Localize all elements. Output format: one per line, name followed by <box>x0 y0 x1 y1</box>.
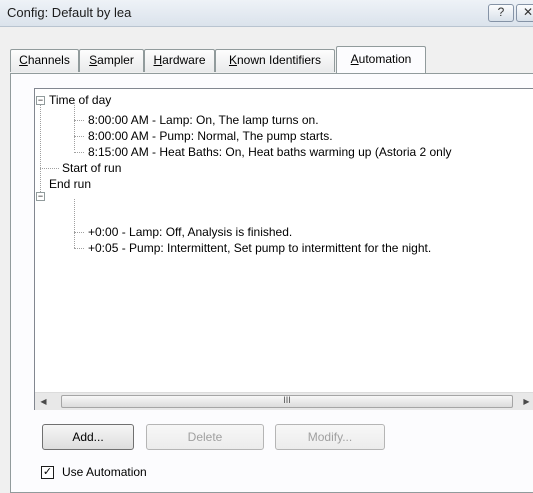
tree-item-lamp-on[interactable]: 8:00:00 AM - Lamp: On, The lamp turns on… <box>88 112 319 128</box>
collapse-icon[interactable]: − <box>36 192 45 201</box>
tree-branch-line-end-run <box>74 199 75 248</box>
tree-connector <box>74 136 84 137</box>
tab-channels-mnemonic: C <box>19 53 28 67</box>
help-icon: ? <box>497 5 505 19</box>
tab-channels[interactable]: Channels <box>10 49 79 72</box>
tree-item-lamp-off[interactable]: +0:00 - Lamp: Off, Analysis is finished. <box>88 224 292 240</box>
tree-connector <box>74 232 84 233</box>
help-button[interactable]: ? <box>488 4 514 22</box>
tab-channels-label: hannels <box>27 53 70 67</box>
tab-automation-mnemonic: A <box>350 52 359 66</box>
tab-known-identifiers-label: nown Identifiers <box>236 53 322 67</box>
tree-connector <box>74 120 84 121</box>
scrollbar-thumb[interactable]: III <box>61 395 513 408</box>
tree-connector <box>40 168 59 169</box>
scroll-right-icon[interactable]: ▶ <box>518 393 533 410</box>
modify-button[interactable]: Modify... <box>275 424 385 450</box>
checkmark-icon: ✓ <box>42 466 53 478</box>
grip-icon: III <box>283 395 291 405</box>
close-button[interactable]: ✕ <box>516 4 533 22</box>
tab-sampler-mnemonic: S <box>89 53 98 67</box>
tab-automation[interactable]: Automation <box>336 46 426 73</box>
horizontal-scrollbar[interactable]: ◀ III ▶ <box>35 392 533 410</box>
close-icon: ✕ <box>522 5 533 19</box>
tab-hardware[interactable]: Hardware <box>144 49 215 72</box>
automation-tree[interactable]: − Time of day 8:00:00 AM - Lamp: On, The… <box>34 88 533 410</box>
tree-node-end-run[interactable]: End run <box>49 176 91 192</box>
tree-node-start-of-run[interactable]: Start of run <box>62 160 121 176</box>
delete-button[interactable]: Delete <box>146 424 264 450</box>
tree-connector <box>74 248 84 249</box>
use-automation-checkbox[interactable]: ✓ <box>41 466 54 479</box>
tab-known-identifiers[interactable]: Known Identifiers <box>215 49 335 72</box>
tab-sampler[interactable]: Sampler <box>79 49 144 72</box>
window-title: Config: Default by lea <box>7 5 132 20</box>
add-button[interactable]: Add... <box>42 424 134 450</box>
title-bar: Config: Default by lea ? ✕ <box>0 0 533 27</box>
tree-item-pump-normal[interactable]: 8:00:00 AM - Pump: Normal, The pump star… <box>88 128 333 144</box>
use-automation-label: Use Automation <box>62 465 147 479</box>
tab-hardware-label: ardware <box>162 53 206 67</box>
tab-hardware-mnemonic: H <box>153 53 163 67</box>
tree-root-line <box>40 103 41 200</box>
tree-branch-line-time-of-day <box>74 103 75 150</box>
tree-node-time-of-day[interactable]: Time of day <box>49 92 111 108</box>
tab-known-identifiers-mnemonic: K <box>228 53 237 67</box>
tree-connector <box>74 152 84 153</box>
tab-sampler-label: ampler <box>97 53 134 67</box>
tree-item-pump-intermittent[interactable]: +0:05 - Pump: Intermittent, Set pump to … <box>88 240 431 256</box>
tab-automation-label: utomation <box>358 52 412 66</box>
collapse-icon[interactable]: − <box>36 96 45 105</box>
tree-item-heat-baths-on[interactable]: 8:15:00 AM - Heat Baths: On, Heat baths … <box>88 144 452 160</box>
scroll-left-icon[interactable]: ◀ <box>35 393 52 410</box>
